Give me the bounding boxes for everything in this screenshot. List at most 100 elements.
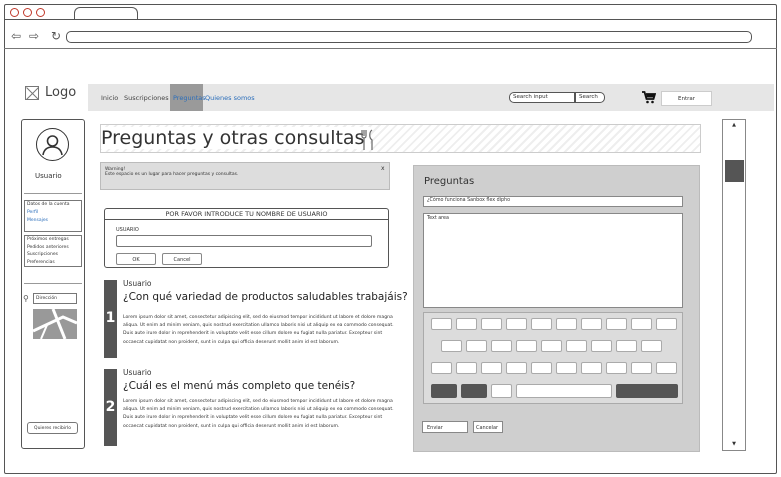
sidebar-item-suscripciones[interactable]: Suscripciones <box>27 251 81 259</box>
fork-knife-icon <box>360 129 376 156</box>
keyboard-key[interactable] <box>481 318 502 330</box>
back-arrow-icon[interactable]: ⇦ <box>11 30 21 42</box>
keyboard-key[interactable] <box>456 318 477 330</box>
location-pin-icon: ⚲ <box>23 294 29 303</box>
keyboard-key[interactable] <box>481 362 502 374</box>
minimize-window-icon[interactable] <box>23 8 32 17</box>
keyboard-key[interactable] <box>656 362 677 374</box>
shopping-cart-icon[interactable] <box>642 91 657 107</box>
tab-strip-divider <box>4 19 777 20</box>
sidebar-divider <box>24 283 82 284</box>
keyboard-key[interactable] <box>631 318 652 330</box>
keyboard-key[interactable] <box>506 318 527 330</box>
keyboard-key[interactable] <box>456 362 477 374</box>
account-menu: Datos de la cuenta Perfil Mensajes <box>24 200 82 232</box>
close-icon[interactable]: x <box>381 165 385 172</box>
sidebar-divider <box>24 193 82 194</box>
keyboard-key[interactable] <box>641 340 662 352</box>
search-button[interactable]: Search <box>575 92 605 103</box>
keyboard-key[interactable] <box>616 384 678 398</box>
keyboard-key[interactable] <box>581 318 602 330</box>
question-user: Usuario <box>123 368 152 377</box>
user-avatar-icon[interactable] <box>36 128 69 161</box>
nav-item-preguntas[interactable]: Preguntas <box>170 84 206 111</box>
keyboard-key[interactable] <box>556 362 577 374</box>
sidebar <box>21 119 85 449</box>
contact-button[interactable]: Quieres recibirlo <box>27 422 78 434</box>
question-body: Lorem ipsum dolor sit amet, consectetur … <box>123 399 394 429</box>
keyboard-spacebar[interactable] <box>516 384 612 398</box>
scroll-up-icon[interactable]: ▲ <box>722 122 746 128</box>
keyboard-key[interactable] <box>491 384 512 398</box>
keyboard-key[interactable] <box>606 362 627 374</box>
logo-text: Logo <box>45 85 77 100</box>
sidebar-item-datos-cuenta[interactable]: Datos de la cuenta <box>27 201 81 209</box>
keyboard-key[interactable] <box>531 362 552 374</box>
map-thumbnail[interactable] <box>33 309 77 339</box>
question-number: 2 <box>104 369 117 446</box>
toolbar-divider <box>4 48 777 49</box>
keyboard-key[interactable] <box>591 340 612 352</box>
sidebar-item-mensajes[interactable]: Mensajes <box>27 217 81 225</box>
question-title[interactable]: ¿Con qué variedad de productos saludable… <box>123 291 408 303</box>
keyboard-key[interactable] <box>506 362 527 374</box>
dialog-title: POR FAVOR INTRODUCE TU NOMBRE DE USUARIO <box>104 209 389 220</box>
url-bar[interactable] <box>66 31 752 43</box>
sidebar-item-pedidos-anteriores[interactable]: Pedidos anteriores <box>27 244 81 252</box>
keyboard-key[interactable] <box>616 340 637 352</box>
ok-button[interactable]: OK <box>116 253 156 265</box>
page-title: Preguntas y otras consultas <box>101 127 371 149</box>
nav-item-suscripciones[interactable]: Suscripciones <box>124 94 169 102</box>
sidebar-item-proximas-entregas[interactable]: Próximos entregas <box>27 236 81 244</box>
keyboard-key[interactable] <box>656 318 677 330</box>
refresh-icon[interactable]: ↻ <box>51 30 61 42</box>
cancel-button[interactable]: Cancel <box>162 253 202 265</box>
keyboard-key[interactable] <box>566 340 587 352</box>
close-window-icon[interactable] <box>10 8 19 17</box>
sidebar-item-perfil[interactable]: Perfil <box>27 209 81 217</box>
keyboard-key[interactable] <box>631 362 652 374</box>
keyboard-key[interactable] <box>581 362 602 374</box>
keyboard-key[interactable] <box>461 384 487 398</box>
keyboard-key[interactable] <box>516 340 537 352</box>
question-number: 1 <box>104 280 117 358</box>
keyboard-key[interactable] <box>531 318 552 330</box>
username-input[interactable] <box>116 235 372 247</box>
question-user: Usuario <box>123 279 152 288</box>
sidebar-item-preferencias[interactable]: Preferencias <box>27 259 81 267</box>
user-label: Usuario <box>35 172 62 180</box>
orders-menu: Próximos entregas Pedidos anteriores Sus… <box>24 235 82 267</box>
login-button[interactable]: Entrar <box>661 91 712 106</box>
search-input[interactable]: Search input <box>509 92 575 103</box>
message-textarea[interactable]: Text area <box>423 213 683 308</box>
warning-alert: Warning! Este espacio es un lugar para h… <box>100 162 390 190</box>
question-title[interactable]: ¿Cuál es el menú más completo que tenéis… <box>123 380 355 392</box>
keyboard-key[interactable] <box>431 384 457 398</box>
question-panel <box>413 165 700 452</box>
nav-item-quienes-somos[interactable]: Quienes somos <box>205 94 255 102</box>
maximize-window-icon[interactable] <box>36 8 45 17</box>
location-input[interactable]: Dirección <box>33 293 77 304</box>
warning-text: Este espacio es un lugar para hacer preg… <box>105 172 239 177</box>
keyboard-key[interactable] <box>431 318 452 330</box>
keyboard-key[interactable] <box>606 318 627 330</box>
scroll-down-icon[interactable]: ▼ <box>722 441 746 447</box>
username-label: USUARIO <box>116 227 139 233</box>
keyboard-key[interactable] <box>441 340 462 352</box>
nav-item-inicio[interactable]: Inicio <box>101 94 118 102</box>
keyboard-key[interactable] <box>466 340 487 352</box>
scroll-thumb[interactable] <box>725 160 744 182</box>
forward-arrow-icon[interactable]: ⇨ <box>29 30 39 42</box>
clear-button[interactable]: Cancelar <box>473 421 503 433</box>
panel-title: Preguntas <box>424 176 475 187</box>
browser-tab[interactable] <box>74 7 138 19</box>
subject-input[interactable]: ¿Cómo funciona Sanbox flex dipho <box>423 196 683 207</box>
keyboard-key[interactable] <box>491 340 512 352</box>
keyboard-key[interactable] <box>431 362 452 374</box>
keyboard-key[interactable] <box>556 318 577 330</box>
send-button[interactable]: Enviar <box>422 421 468 433</box>
question-body: Lorem ipsum dolor sit amet, consectetur … <box>123 315 394 345</box>
nav-item-label: Preguntas <box>173 94 206 102</box>
logo-image-icon <box>25 86 39 100</box>
keyboard-key[interactable] <box>541 340 562 352</box>
